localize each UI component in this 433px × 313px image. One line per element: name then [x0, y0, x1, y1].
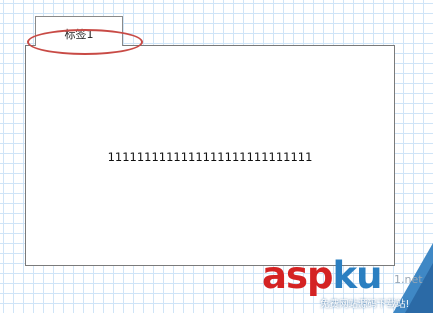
highlight-annotation-oval [27, 29, 143, 55]
panel-content-text: 1111111111111111111111111111 [107, 150, 313, 164]
watermark-logo: aspku [262, 254, 382, 297]
watermark-logo-ku: ku [332, 254, 382, 297]
watermark-subtitle: 免费网站源码下载站! [320, 299, 410, 310]
watermark-logo-asp: asp [262, 254, 333, 297]
tab-panel: 1111111111111111111111111111 [25, 45, 395, 266]
watermark-suffix: 1.net [394, 273, 423, 286]
